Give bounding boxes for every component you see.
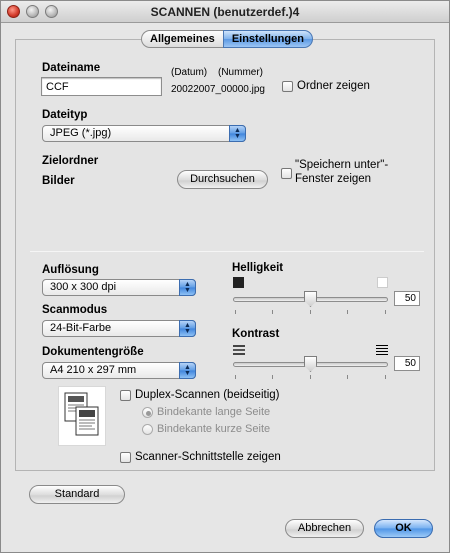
chevron-updown-icon: ▲ ▼ [229, 125, 246, 142]
contrast-slider-thumb[interactable] [304, 356, 317, 372]
long-edge-radio[interactable] [142, 407, 153, 418]
browse-button[interactable]: Durchsuchen [177, 170, 268, 189]
contrast-ticks [235, 375, 386, 379]
scanmode-label: Scanmodus [42, 304, 108, 316]
chevron-updown-icon: ▲ ▼ [179, 279, 196, 296]
show-folder-label: Ordner zeigen [297, 80, 370, 92]
scanner-ui-checkbox[interactable] [120, 452, 131, 463]
date-placeholder-label: (Datum) [171, 67, 208, 78]
docsize-value: A4 210 x 297 mm [50, 364, 137, 376]
tab-einstellungen[interactable]: Einstellungen [222, 30, 313, 48]
number-placeholder-label: (Nummer) [218, 67, 263, 78]
duplex-pages-icon [58, 386, 106, 446]
save-as-dialog-label-line2: Fenster zeigen [295, 173, 372, 185]
target-folder-value: Bilder [42, 175, 75, 187]
brightness-value-field[interactable]: 50 [394, 291, 420, 306]
chevron-updown-icon: ▲ ▼ [179, 362, 196, 379]
long-edge-label: Bindekante lange Seite [157, 406, 271, 418]
example-filename: 20022007_00000.jpg [171, 84, 265, 95]
docsize-select[interactable]: A4 210 x 297 mm ▲ ▼ [42, 362, 196, 379]
docsize-label: Dokumentengröße [42, 346, 144, 358]
cancel-button[interactable]: Abbrechen [285, 519, 364, 538]
resolution-label: Auflösung [42, 264, 99, 276]
settings-panel: Dateiname CCF (Datum) (Nummer) 20022007_… [15, 39, 435, 471]
filetype-value: JPEG (*.jpg) [50, 127, 112, 139]
high-contrast-icon [376, 345, 388, 355]
duplex-label: Duplex-Scannen (beidseitig) [135, 389, 280, 401]
resolution-select[interactable]: 300 x 300 dpi ▲ ▼ [42, 279, 196, 296]
filename-label: Dateiname [42, 62, 101, 74]
light-square-icon [377, 277, 388, 288]
tab-allgemeines[interactable]: Allgemeines [141, 30, 223, 48]
scanmode-value: 24-Bit-Farbe [50, 322, 112, 334]
dark-square-icon [233, 277, 244, 288]
short-edge-label: Bindekante kurze Seite [157, 423, 271, 435]
brightness-label: Helligkeit [232, 262, 284, 274]
section-divider [30, 251, 424, 252]
scan-settings-window: SCANNEN (benutzerdef.)4 Allgemeines Eins… [0, 0, 450, 553]
reset-default-button[interactable]: Standard [29, 485, 125, 504]
save-as-dialog-checkbox[interactable] [281, 168, 292, 179]
show-folder-checkbox[interactable] [282, 81, 293, 92]
filename-input[interactable]: CCF [41, 77, 162, 96]
low-contrast-icon [233, 345, 245, 355]
window-title: SCANNEN (benutzerdef.)4 [150, 5, 300, 19]
tab-bar: Allgemeines Einstellungen [141, 30, 313, 48]
short-edge-radio[interactable] [142, 424, 153, 435]
scanmode-select[interactable]: 24-Bit-Farbe ▲ ▼ [42, 320, 196, 337]
filetype-select[interactable]: JPEG (*.jpg) ▲ ▼ [42, 125, 246, 142]
duplex-checkbox[interactable] [120, 390, 131, 401]
ok-button[interactable]: OK [374, 519, 433, 538]
filetype-label: Dateityp [42, 109, 88, 121]
contrast-value-field[interactable]: 50 [394, 356, 420, 371]
contrast-label: Kontrast [232, 328, 280, 340]
resolution-value: 300 x 300 dpi [50, 281, 117, 293]
target-folder-label: Zielordner [42, 155, 99, 167]
title-bar[interactable]: SCANNEN (benutzerdef.)4 [1, 1, 449, 23]
brightness-ticks [235, 310, 386, 314]
chevron-updown-icon: ▲ ▼ [179, 320, 196, 337]
scanner-ui-label: Scanner-Schnittstelle zeigen [135, 451, 281, 463]
save-as-dialog-label-line1: "Speichern unter"- [295, 159, 389, 171]
brightness-slider-thumb[interactable] [304, 291, 317, 307]
